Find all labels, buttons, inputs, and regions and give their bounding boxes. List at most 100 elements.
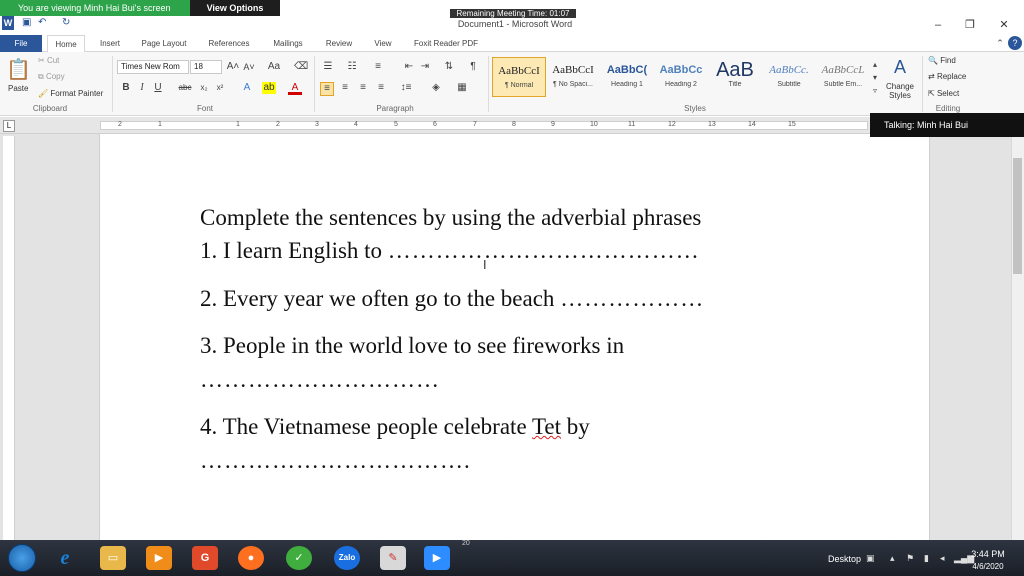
minimize-button[interactable]: – bbox=[928, 18, 948, 32]
text-effects-icon[interactable]: A bbox=[240, 82, 254, 94]
underline-icon[interactable]: U bbox=[152, 82, 164, 94]
sentence-2[interactable]: 2. Every year we often go to the beach …… bbox=[200, 286, 704, 312]
align-left-icon[interactable]: ≡ bbox=[320, 82, 334, 96]
zalo-icon[interactable]: Zalo bbox=[334, 546, 360, 570]
copy-button[interactable]: ⧉ Copy bbox=[38, 72, 65, 82]
subscript-icon[interactable]: x₂ bbox=[198, 82, 210, 94]
decrease-indent-icon[interactable]: ⇤ bbox=[402, 61, 416, 73]
firefox-icon[interactable]: ● bbox=[238, 546, 264, 570]
redo-icon[interactable]: ↻ bbox=[62, 17, 70, 28]
font-name-select[interactable]: Times New Rom bbox=[117, 60, 189, 74]
bold-icon[interactable]: B bbox=[120, 82, 132, 94]
grow-font-icon[interactable]: A˄ bbox=[226, 61, 240, 73]
style-subtle-emphasis[interactable]: AaBbCcL Subtle Em... bbox=[816, 57, 870, 97]
replace-button[interactable]: ⇄ Replace bbox=[928, 72, 966, 81]
close-button[interactable]: ✕ bbox=[994, 18, 1014, 32]
style-subtitle[interactable]: AaBbCc. Subtitle bbox=[762, 57, 816, 97]
tab-review[interactable]: Review bbox=[320, 35, 358, 52]
italic-icon[interactable]: I bbox=[136, 82, 148, 94]
tab-references[interactable]: References bbox=[202, 35, 256, 52]
scrollbar-thumb[interactable] bbox=[1013, 158, 1022, 274]
sentence-4-blank[interactable]: ……………………………. bbox=[200, 448, 471, 474]
borders-icon[interactable]: ▦ bbox=[454, 82, 470, 94]
style-heading-2-sample: AaBbCc bbox=[659, 64, 703, 76]
media-player-icon[interactable]: ▶ bbox=[146, 546, 172, 570]
bullets-icon[interactable]: ☰ bbox=[320, 61, 336, 73]
font-size-select[interactable]: 18 bbox=[190, 60, 222, 74]
tab-selector-icon[interactable]: L bbox=[3, 120, 15, 132]
tray-app-icon[interactable]: ▣ bbox=[866, 553, 875, 564]
font-color-icon[interactable]: A bbox=[288, 82, 302, 95]
sentence-1[interactable]: 1. I learn English to ………………………………… bbox=[200, 238, 700, 264]
tab-mailings[interactable]: Mailings bbox=[266, 35, 310, 52]
style-subtitle-name: Subtitle bbox=[777, 81, 801, 88]
undo-icon[interactable]: ↶ bbox=[38, 17, 46, 28]
find-button[interactable]: 🔍 Find bbox=[928, 56, 956, 65]
format-painter-button[interactable]: 🖌 Format Painter bbox=[38, 89, 103, 98]
justify-icon[interactable]: ≡ bbox=[374, 82, 388, 94]
shrink-font-icon[interactable]: A˅ bbox=[242, 61, 256, 73]
style-normal-name: ¶ Normal bbox=[504, 82, 534, 89]
clock-date[interactable]: 4/6/2020 bbox=[968, 562, 1008, 571]
replace-label: Replace bbox=[936, 72, 967, 81]
desktop-toolbar-label[interactable]: Desktop bbox=[828, 554, 861, 564]
align-right-icon[interactable]: ≡ bbox=[356, 82, 370, 94]
show-paragraph-marks-icon[interactable]: ¶ bbox=[466, 61, 480, 73]
paste-icon[interactable]: 📋 bbox=[6, 58, 31, 82]
paint-icon[interactable]: ✎ bbox=[380, 546, 406, 570]
sort-icon[interactable]: ⇅ bbox=[442, 61, 456, 73]
increase-indent-icon[interactable]: ⇥ bbox=[418, 61, 432, 73]
internet-explorer-icon[interactable]: e bbox=[52, 546, 78, 570]
volume-icon[interactable]: ◂ bbox=[940, 553, 945, 564]
help-icon[interactable]: ? bbox=[1008, 36, 1022, 50]
tab-home[interactable]: Home bbox=[47, 35, 85, 53]
word-app-icon[interactable]: W bbox=[2, 16, 14, 30]
action-center-icon[interactable]: ⚑ bbox=[906, 553, 914, 564]
show-hidden-icons-icon[interactable]: ▴ bbox=[890, 553, 895, 564]
highlight-icon[interactable]: ab bbox=[262, 82, 276, 94]
clock-time[interactable]: 3:44 PM bbox=[968, 549, 1008, 559]
superscript-icon[interactable]: x² bbox=[214, 82, 226, 94]
tab-file[interactable]: File bbox=[0, 35, 42, 52]
spelling-error-tet[interactable]: Tet bbox=[532, 414, 561, 439]
tab-insert[interactable]: Insert bbox=[92, 35, 128, 52]
tab-page-layout[interactable]: Page Layout bbox=[136, 35, 192, 52]
paste-button[interactable]: Paste bbox=[8, 84, 28, 93]
select-button[interactable]: ⇱ Select bbox=[928, 89, 959, 98]
clear-formatting-icon[interactable]: ⌫ bbox=[294, 61, 308, 73]
shading-icon[interactable]: ◈ bbox=[428, 82, 444, 94]
zoom-app-icon[interactable]: ▶ bbox=[424, 546, 450, 570]
collapse-ribbon-icon[interactable]: ⌃ bbox=[994, 35, 1006, 52]
style-heading-2[interactable]: AaBbCc Heading 2 bbox=[654, 57, 708, 97]
tab-foxit-reader-pdf[interactable]: Foxit Reader PDF bbox=[408, 35, 484, 52]
view-options-button[interactable]: View Options bbox=[190, 0, 280, 16]
style-no-spacing[interactable]: AaBbCcI ¶ No Spaci... bbox=[546, 57, 600, 97]
multilevel-list-icon[interactable]: ≡ bbox=[370, 61, 386, 73]
foxit-reader-icon[interactable]: G bbox=[192, 546, 218, 570]
styles-scroll-icon[interactable]: ▴ ▾ ▿ bbox=[870, 58, 880, 97]
maximize-button[interactable]: ❐ bbox=[960, 18, 980, 32]
app-green-icon[interactable]: ✓ bbox=[286, 546, 312, 570]
cut-button[interactable]: ✂ Cut bbox=[38, 56, 59, 65]
sentence-3-blank[interactable]: ………………………… bbox=[200, 367, 440, 393]
style-title[interactable]: AaB Title bbox=[708, 57, 762, 97]
tab-view[interactable]: View bbox=[368, 35, 398, 52]
strikethrough-icon[interactable]: abc bbox=[176, 82, 194, 94]
line-spacing-icon[interactable]: ↕≡ bbox=[398, 82, 414, 94]
change-case-icon[interactable]: Aa bbox=[264, 61, 284, 73]
numbering-icon[interactable]: ☷ bbox=[344, 61, 360, 73]
save-icon[interactable]: ▣ bbox=[22, 17, 31, 28]
document-heading[interactable]: Complete the sentences by using the adve… bbox=[200, 205, 701, 231]
file-explorer-icon[interactable]: ▭ bbox=[100, 546, 126, 570]
style-heading-1[interactable]: AaBbC( Heading 1 bbox=[600, 57, 654, 97]
change-styles-icon[interactable]: A bbox=[886, 56, 914, 78]
sentence-4[interactable]: 4. The Vietnamese people celebrate Tet b… bbox=[200, 414, 590, 440]
align-center-icon[interactable]: ≡ bbox=[338, 82, 352, 94]
battery-icon[interactable]: ▮ bbox=[924, 553, 929, 564]
ruler-number: 1 bbox=[236, 121, 240, 128]
change-styles-button[interactable]: Change Styles bbox=[882, 82, 918, 100]
ruler-number: 15 bbox=[788, 121, 796, 128]
sentence-3[interactable]: 3. People in the world love to see firew… bbox=[200, 333, 624, 359]
style-normal[interactable]: AaBbCcI ¶ Normal bbox=[492, 57, 546, 97]
start-button[interactable] bbox=[8, 544, 36, 572]
